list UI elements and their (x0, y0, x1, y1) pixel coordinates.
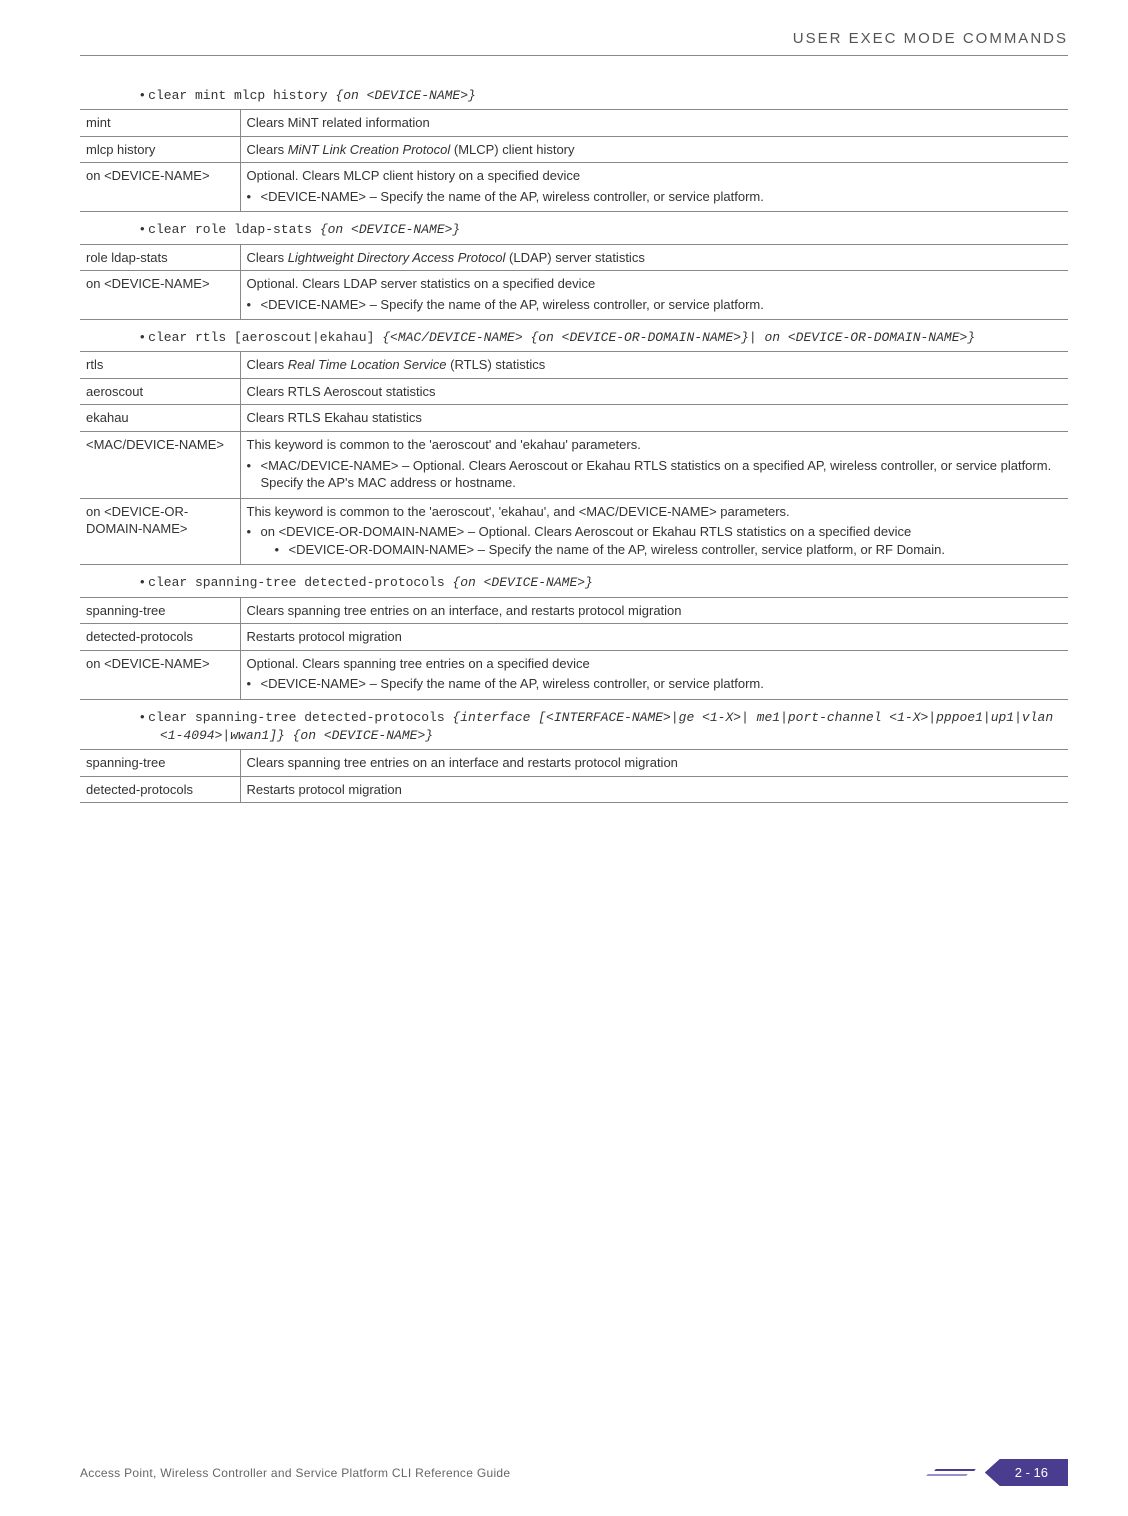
table-row: on <DEVICE-NAME>Optional. Clears LDAP se… (80, 271, 1068, 320)
param-desc: Clears RTLS Aeroscout statistics (240, 378, 1068, 405)
param-name: spanning-tree (80, 597, 240, 624)
param-name: rtls (80, 352, 240, 379)
table-row: mintClears MiNT related information (80, 110, 1068, 137)
table-row: <MAC/DEVICE-NAME>This keyword is common … (80, 432, 1068, 499)
table-row: on <DEVICE-OR-DOMAIN-NAME>This keyword i… (80, 498, 1068, 565)
table-row: aeroscoutClears RTLS Aeroscout statistic… (80, 378, 1068, 405)
list-item: <DEVICE-OR-DOMAIN-NAME> – Specify the na… (275, 541, 1063, 559)
table-row: on <DEVICE-NAME>Optional. Clears MLCP cl… (80, 163, 1068, 212)
command-syntax: clear spanning-tree detected-protocols {… (140, 573, 1068, 592)
table-row: detected-protocolsRestarts protocol migr… (80, 624, 1068, 651)
table-row: ekahauClears RTLS Ekahau statistics (80, 405, 1068, 432)
param-name: spanning-tree (80, 750, 240, 777)
param-desc: Optional. Clears MLCP client history on … (240, 163, 1068, 212)
param-name: mint (80, 110, 240, 137)
param-name: detected-protocols (80, 624, 240, 651)
param-desc: Optional. Clears spanning tree entries o… (240, 650, 1068, 699)
table-row: on <DEVICE-NAME>Optional. Clears spannin… (80, 650, 1068, 699)
list-item: <DEVICE-NAME> – Specify the name of the … (247, 296, 1063, 314)
page-number: 2 - 16 (985, 1459, 1068, 1486)
list-item: <MAC/DEVICE-NAME> – Optional. Clears Aer… (247, 457, 1063, 492)
param-name: mlcp history (80, 136, 240, 163)
page-header-title: USER EXEC MODE COMMANDS (80, 30, 1068, 47)
param-name: on <DEVICE-NAME> (80, 271, 240, 320)
param-desc: Optional. Clears LDAP server statistics … (240, 271, 1068, 320)
param-desc: Restarts protocol migration (240, 776, 1068, 803)
command-syntax: clear spanning-tree detected-protocols {… (140, 708, 1068, 745)
param-desc: Clears Real Time Location Service (RTLS)… (240, 352, 1068, 379)
param-name: detected-protocols (80, 776, 240, 803)
parameter-table: spanning-treeClears spanning tree entrie… (80, 749, 1068, 803)
param-name: on <DEVICE-OR-DOMAIN-NAME> (80, 498, 240, 565)
parameter-table: mintClears MiNT related informationmlcp … (80, 109, 1068, 212)
command-syntax: clear role ldap-stats {on <DEVICE-NAME>} (140, 220, 1068, 239)
parameter-table: spanning-treeClears spanning tree entrie… (80, 597, 1068, 700)
page-footer: Access Point, Wireless Controller and Se… (80, 1459, 1068, 1486)
param-desc: This keyword is common to the 'aeroscout… (240, 498, 1068, 565)
param-desc: Clears MiNT Link Creation Protocol (MLCP… (240, 136, 1068, 163)
list-item: <DEVICE-NAME> – Specify the name of the … (247, 675, 1063, 693)
table-row: role ldap-statsClears Lightweight Direct… (80, 244, 1068, 271)
param-name: <MAC/DEVICE-NAME> (80, 432, 240, 499)
list-item: <DEVICE-NAME> – Specify the name of the … (247, 188, 1063, 206)
command-syntax: clear mint mlcp history {on <DEVICE-NAME… (140, 86, 1068, 105)
table-row: rtlsClears Real Time Location Service (R… (80, 352, 1068, 379)
header-rule (80, 55, 1068, 56)
param-desc: Clears MiNT related information (240, 110, 1068, 137)
table-row: spanning-treeClears spanning tree entrie… (80, 750, 1068, 777)
table-row: detected-protocolsRestarts protocol migr… (80, 776, 1068, 803)
param-name: role ldap-stats (80, 244, 240, 271)
param-desc: Clears spanning tree entries on an inter… (240, 597, 1068, 624)
command-syntax: clear rtls [aeroscout|ekahau] {<MAC/DEVI… (140, 328, 1068, 347)
param-name: ekahau (80, 405, 240, 432)
param-desc: This keyword is common to the 'aeroscout… (240, 432, 1068, 499)
parameter-table: role ldap-statsClears Lightweight Direct… (80, 244, 1068, 321)
param-name: on <DEVICE-NAME> (80, 650, 240, 699)
parameter-table: rtlsClears Real Time Location Service (R… (80, 351, 1068, 565)
table-row: spanning-treeClears spanning tree entrie… (80, 597, 1068, 624)
param-name: on <DEVICE-NAME> (80, 163, 240, 212)
table-row: mlcp historyClears MiNT Link Creation Pr… (80, 136, 1068, 163)
footer-text: Access Point, Wireless Controller and Se… (80, 1466, 510, 1480)
param-desc: Clears Lightweight Directory Access Prot… (240, 244, 1068, 271)
param-desc: Clears spanning tree entries on an inter… (240, 750, 1068, 777)
footer-decor (927, 1469, 967, 1476)
param-desc: Restarts protocol migration (240, 624, 1068, 651)
param-name: aeroscout (80, 378, 240, 405)
list-item: on <DEVICE-OR-DOMAIN-NAME> – Optional. C… (247, 523, 1063, 558)
param-desc: Clears RTLS Ekahau statistics (240, 405, 1068, 432)
